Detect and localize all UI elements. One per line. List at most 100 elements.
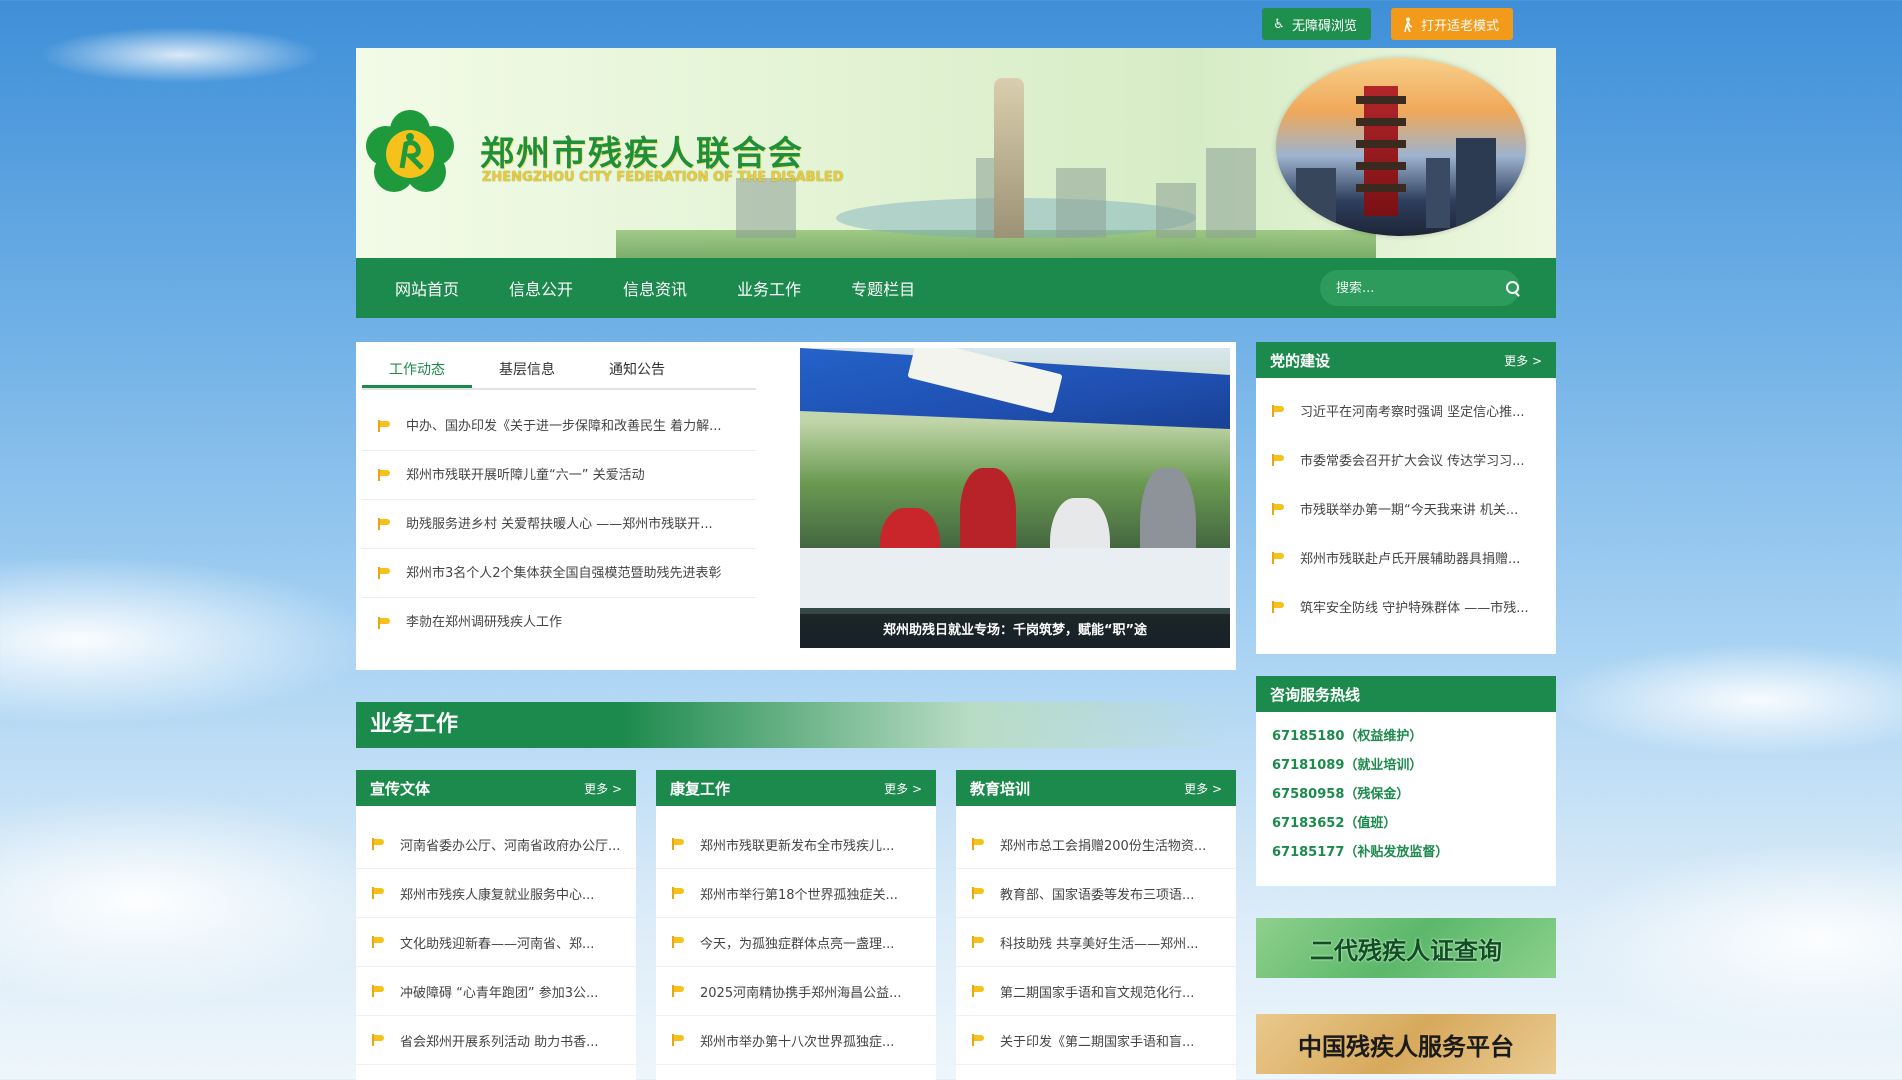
flag-icon: [672, 838, 686, 850]
list-item[interactable]: 中办、国办印发《关于进一步保障和改善民生 着力解...: [362, 402, 756, 451]
list-item-text: 省会郑州开展系列活动 助力书香...: [400, 1034, 599, 1050]
elderly-mode-button[interactable]: 打开适老模式: [1391, 8, 1514, 40]
list-item[interactable]: 省会郑州开展系列活动 助力书香...: [356, 1016, 636, 1065]
column-more-link[interactable]: 更多 >: [1184, 780, 1222, 797]
list-item-text: 郑州市残疾人康复就业服务中心...: [400, 887, 595, 903]
flag-icon: [378, 616, 392, 629]
flag-icon: [378, 518, 392, 530]
list-item[interactable]: 科技助残 共享美好生活——郑州...: [956, 918, 1236, 967]
accessible-browse-button[interactable]: ♿ 无障碍浏览: [1262, 8, 1372, 40]
list-item-text: 今天，为孤独症群体点亮一盏理...: [700, 936, 895, 952]
page-container: 郑州市残疾人联合会 ZHENGZHOU CITY FEDERATION OF T…: [356, 48, 1556, 1080]
list-item[interactable]: 2025河南精协携手郑州海昌公益...: [656, 967, 936, 1016]
list-item[interactable]: 郑州市举办第十八次世界孤独症...: [656, 1016, 936, 1065]
disability-card-query-link[interactable]: 二代残疾人证查询: [1256, 918, 1556, 978]
list-item-text: 郑州市残联开展听障儿童“六一” 关爱活动: [406, 467, 645, 483]
tab-work-updates[interactable]: 工作动态: [362, 350, 472, 388]
flag-icon: [972, 985, 986, 997]
news-tabs: 工作动态 基层信息 通知公告: [362, 350, 756, 390]
hotline-panel: 咨询服务热线 67185180（权益维护） 67181089（就业培训） 675…: [1256, 676, 1556, 886]
elderly-mode-label: 打开适老模式: [1421, 18, 1500, 34]
nav-item-home[interactable]: 网站首页: [370, 276, 484, 300]
flag-icon: [672, 887, 686, 899]
news-photo[interactable]: 郑州助残日就业专场：千岗筑梦，赋能“职”途: [800, 348, 1230, 648]
list-item[interactable]: 今天，为孤独症群体点亮一盏理...: [656, 918, 936, 967]
business-column-rehabilitation: 康复工作 更多 > 郑州市残联更新发布全市残疾儿... 郑州市举行第18个世界孤…: [656, 770, 936, 1080]
news-list: 中办、国办印发《关于进一步保障和改善民生 着力解... 郑州市残联开展听障儿童“…: [362, 402, 756, 647]
list-item[interactable]: 郑州市残疾人康复就业服务中心...: [356, 869, 636, 918]
flag-icon: [372, 985, 386, 997]
column-list: 郑州市总工会捐赠200份生活物资... 教育部、国家语委等发布三项语... 科技…: [956, 806, 1236, 1065]
list-item-text: 中办、国办印发《关于进一步保障和改善民生 着力解...: [406, 418, 722, 434]
flag-icon: [372, 936, 386, 948]
list-item[interactable]: 关于印发《第二期国家手语和盲...: [956, 1016, 1236, 1065]
flag-icon: [372, 887, 386, 899]
city-photo: [1276, 58, 1526, 236]
business-section-title: 业务工作: [356, 702, 1236, 748]
service-platform-link[interactable]: 中国残疾人服务平台: [1256, 1014, 1556, 1074]
list-item[interactable]: 市残联举办第一期“今天我来讲 机关...: [1256, 484, 1556, 533]
wheelchair-icon: ♿: [1273, 16, 1285, 32]
list-item[interactable]: 筑牢安全防线 守护特殊群体 ——市残...: [1256, 582, 1556, 631]
list-item-text: 文化助残迎新春——河南省、郑...: [400, 936, 595, 952]
flag-icon: [378, 469, 392, 481]
flag-icon: [378, 420, 392, 432]
list-item[interactable]: 助残服务进乡村 关爱帮扶暖人心 ——郑州市残联开...: [362, 500, 756, 549]
list-item-text: 李勍在郑州调研残疾人工作: [406, 615, 563, 630]
nav-item-topics[interactable]: 专题栏目: [826, 276, 940, 300]
list-item[interactable]: 郑州市残联更新发布全市残疾儿...: [656, 820, 936, 869]
flag-icon: [378, 567, 392, 579]
list-item[interactable]: 郑州市3名个人2个集体获全国自强模范暨助残先进表彰: [362, 549, 756, 598]
list-item[interactable]: 郑州市残联赴卢氏开展辅助器具捐赠...: [1256, 533, 1556, 582]
hotline-number: 67185177（补贴发放监督）: [1272, 845, 1449, 860]
list-item-text: 关于印发《第二期国家手语和盲...: [1000, 1034, 1195, 1050]
photo-caption: 郑州助残日就业专场：千岗筑梦，赋能“职”途: [800, 614, 1230, 648]
column-more-link[interactable]: 更多 >: [584, 780, 622, 797]
flag-icon: [672, 1034, 686, 1046]
column-header: 康复工作 更多 >: [656, 770, 936, 806]
party-building-more-link[interactable]: 更多 >: [1504, 352, 1542, 369]
search-box: [1320, 270, 1520, 306]
list-item[interactable]: 市委常委会召开扩大会议 传达学习习...: [1256, 435, 1556, 484]
list-item[interactable]: 第二期国家手语和盲文规范化行...: [956, 967, 1236, 1016]
list-item-text: 筑牢安全防线 守护特殊群体 ——市残...: [1300, 601, 1529, 616]
list-item-text: 助残服务进乡村 关爱帮扶暖人心 ——郑州市残联开...: [406, 516, 713, 532]
nav-item-info-disclosure[interactable]: 信息公开: [484, 276, 598, 300]
list-item[interactable]: 河南省委办公厅、河南省政府办公厅...: [356, 820, 636, 869]
list-item-text: 河南省委办公厅、河南省政府办公厅...: [400, 838, 621, 854]
search-input[interactable]: [1336, 280, 1506, 296]
flag-icon: [1272, 502, 1286, 515]
photo-table: [800, 548, 1230, 608]
tab-notices[interactable]: 通知公告: [582, 350, 692, 388]
list-item[interactable]: 教育部、国家语委等发布三项语...: [956, 869, 1236, 918]
list-item[interactable]: 郑州市残联开展听障儿童“六一” 关爱活动: [362, 451, 756, 500]
list-item[interactable]: 李勍在郑州调研残疾人工作: [362, 598, 756, 647]
elderly-person-icon: [1401, 16, 1415, 32]
list-item[interactable]: 习近平在河南考察时强调 坚定信心推...: [1256, 386, 1556, 435]
flag-icon: [1272, 404, 1286, 417]
federation-logo-icon[interactable]: [362, 110, 458, 196]
list-item[interactable]: 郑州市总工会捐赠200份生活物资...: [956, 820, 1236, 869]
top-toolbar: ♿ 无障碍浏览 打开适老模式: [1262, 8, 1514, 40]
main-nav: 网站首页 信息公开 信息资讯 业务工作 专题栏目: [356, 258, 1556, 318]
tab-grassroots-info[interactable]: 基层信息: [472, 350, 582, 388]
party-building-list: 习近平在河南考察时强调 坚定信心推... 市委常委会召开扩大会议 传达学习习..…: [1256, 378, 1556, 639]
list-item-text: 科技助残 共享美好生活——郑州...: [1000, 936, 1199, 952]
nav-item-news[interactable]: 信息资讯: [598, 276, 712, 300]
column-header: 教育培训 更多 >: [956, 770, 1236, 806]
column-title: 教育培训: [970, 779, 1031, 798]
hotline-title: 咨询服务热线: [1270, 685, 1361, 704]
list-item[interactable]: 冲破障碍 “心青年跑团” 参加3公...: [356, 967, 636, 1016]
column-more-link[interactable]: 更多 >: [884, 780, 922, 797]
column-list: 河南省委办公厅、河南省政府办公厅... 郑州市残疾人康复就业服务中心... 文化…: [356, 806, 636, 1065]
list-item-text: 郑州市举办第十八次世界孤独症...: [700, 1034, 895, 1050]
flag-icon: [672, 985, 686, 997]
banner-building: [1206, 148, 1256, 238]
flag-icon: [972, 1034, 986, 1046]
banner-tower: [994, 78, 1024, 238]
list-item-text: 郑州市总工会捐赠200份生活物资...: [1000, 838, 1207, 854]
hotline-number: 67181089（就业培训）: [1272, 758, 1423, 773]
list-item[interactable]: 文化助残迎新春——河南省、郑...: [356, 918, 636, 967]
list-item[interactable]: 郑州市举行第18个世界孤独症关...: [656, 869, 936, 918]
nav-item-business[interactable]: 业务工作: [712, 276, 826, 300]
